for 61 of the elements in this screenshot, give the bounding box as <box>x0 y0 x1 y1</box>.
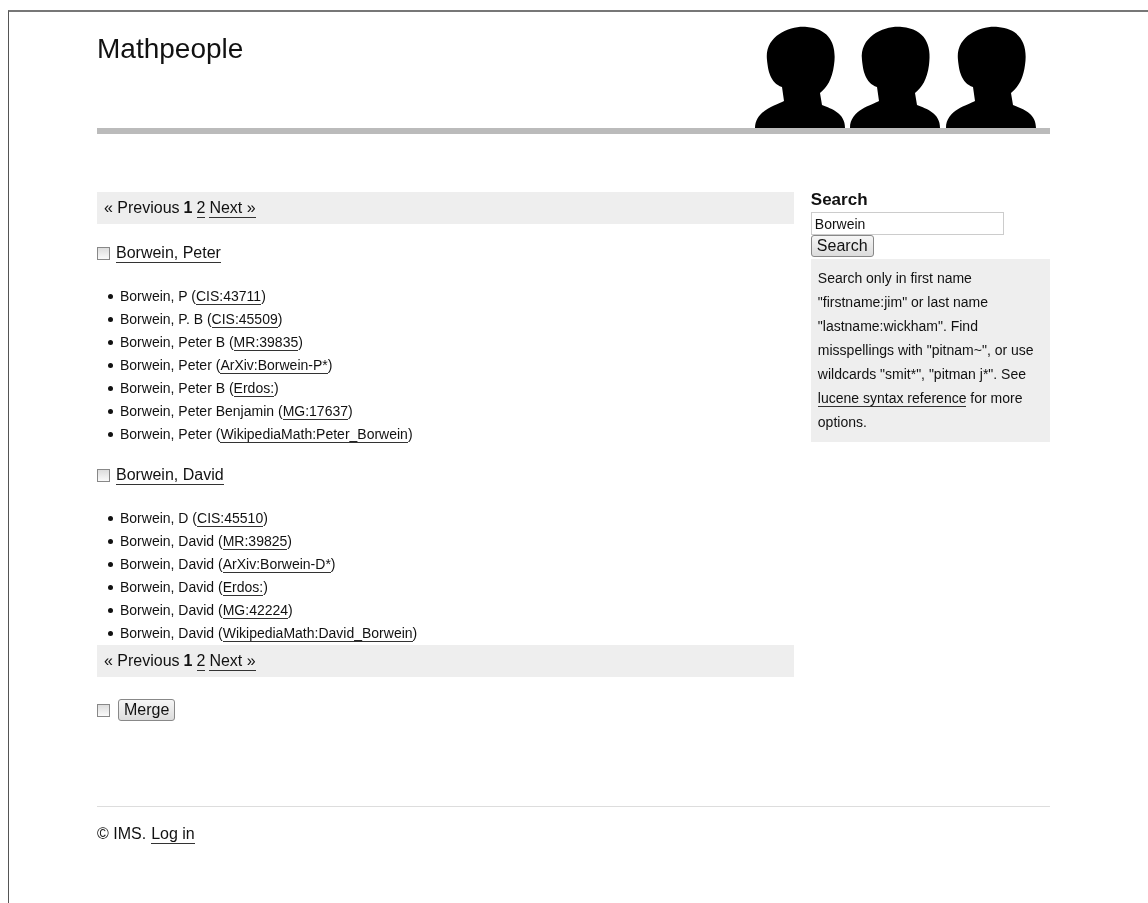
identity-entry: Borwein, David (WikipediaMath:David_Borwein) <box>120 624 418 644</box>
identity-entry: Borwein, Peter Benjamin (MG:17637) <box>120 402 353 422</box>
copyright-text: © IMS. <box>97 825 147 844</box>
bullet-icon <box>108 386 113 391</box>
bullet-icon <box>108 516 113 521</box>
source-link[interactable]: Erdos: <box>233 380 275 397</box>
source-link[interactable]: WikipediaMath:Peter_Borwein <box>220 426 408 443</box>
search-help-text: Search only in first name "firstname:jim" or last name "lastname:wickham". Find misspellings with "pitnam~", or use wildcards "smit*", "pitman j*". See lucene syntax reference for more options. <box>810 259 1050 442</box>
source-link[interactable]: ArXiv:Borwein-D* <box>222 556 331 573</box>
source-link[interactable]: Erdos: <box>222 579 264 596</box>
checkbox[interactable] <box>97 247 110 260</box>
identity-entry: Borwein, David (MR:39825) <box>120 532 292 552</box>
source-link[interactable]: MR:39825 <box>222 533 288 550</box>
checkbox[interactable] <box>97 469 110 482</box>
identity-entry: Borwein, David (ArXiv:Borwein-D*) <box>120 555 336 575</box>
source-link[interactable]: CIS:43711 <box>196 288 262 305</box>
source-link[interactable]: ArXiv:Borwein-P* <box>220 357 328 374</box>
login-link[interactable]: Log in <box>151 825 195 844</box>
source-link[interactable]: MG:17637 <box>282 403 348 420</box>
search-field[interactable]: Borwein <box>810 212 1004 235</box>
bullet-icon <box>108 585 113 590</box>
page-link[interactable]: 2 <box>196 651 206 671</box>
next-link[interactable]: Next » <box>209 651 256 671</box>
bullet-icon <box>108 317 113 322</box>
bullet-icon <box>108 363 113 368</box>
identity-entry: Borwein, Peter B (MR:39835) <box>120 333 303 353</box>
search-heading: Search <box>810 190 869 210</box>
bullet-icon <box>108 631 113 636</box>
source-link[interactable]: MR:39835 <box>233 334 299 351</box>
bullet-icon <box>108 340 113 345</box>
page-link[interactable]: 2 <box>196 198 206 218</box>
identity-entry: Borwein, P. B (CIS:45509) <box>120 310 283 330</box>
bullet-icon <box>108 608 113 613</box>
checkbox[interactable] <box>97 703 110 717</box>
identity-entry: Borwein, Peter B (Erdos:) <box>120 379 279 399</box>
identity-entry: Borwein, Peter (ArXiv:Borwein-P*) <box>120 356 333 376</box>
source-link[interactable]: CIS:45510 <box>197 510 264 527</box>
identity-entry: Borwein, Peter (WikipediaMath:Peter_Borwein) <box>120 425 413 445</box>
search-button[interactable]: Search <box>810 235 874 257</box>
bullet-icon <box>108 409 113 414</box>
bullet-icon <box>108 432 113 437</box>
identity-entry: Borwein, David (Erdos:) <box>120 578 268 598</box>
source-link[interactable]: CIS:45509 <box>211 311 278 328</box>
bullet-icon <box>108 294 113 299</box>
previous-label: « Previous <box>104 199 180 217</box>
merge-button[interactable]: Merge <box>118 699 176 721</box>
next-link[interactable]: Next » <box>209 198 256 218</box>
person-link[interactable]: Borwein, Peter <box>116 244 221 263</box>
source-link[interactable]: WikipediaMath:David_Borwein <box>222 625 413 642</box>
identity-entry: Borwein, David (MG:42224) <box>120 601 293 621</box>
identity-entry: Borwein, D (CIS:45510) <box>120 509 268 529</box>
person-link[interactable]: Borwein, David <box>116 466 224 485</box>
syntax-reference-link[interactable]: lucene syntax reference <box>817 390 967 407</box>
bullet-icon <box>108 562 113 567</box>
site-title: Mathpeople <box>97 32 244 66</box>
current-page: 1 <box>183 652 193 670</box>
previous-label: « Previous <box>104 652 180 670</box>
bullet-icon <box>108 539 113 544</box>
identity-entry: Borwein, P (CIS:43711) <box>120 287 266 307</box>
source-link[interactable]: MG:42224 <box>222 602 289 619</box>
current-page: 1 <box>183 199 193 217</box>
